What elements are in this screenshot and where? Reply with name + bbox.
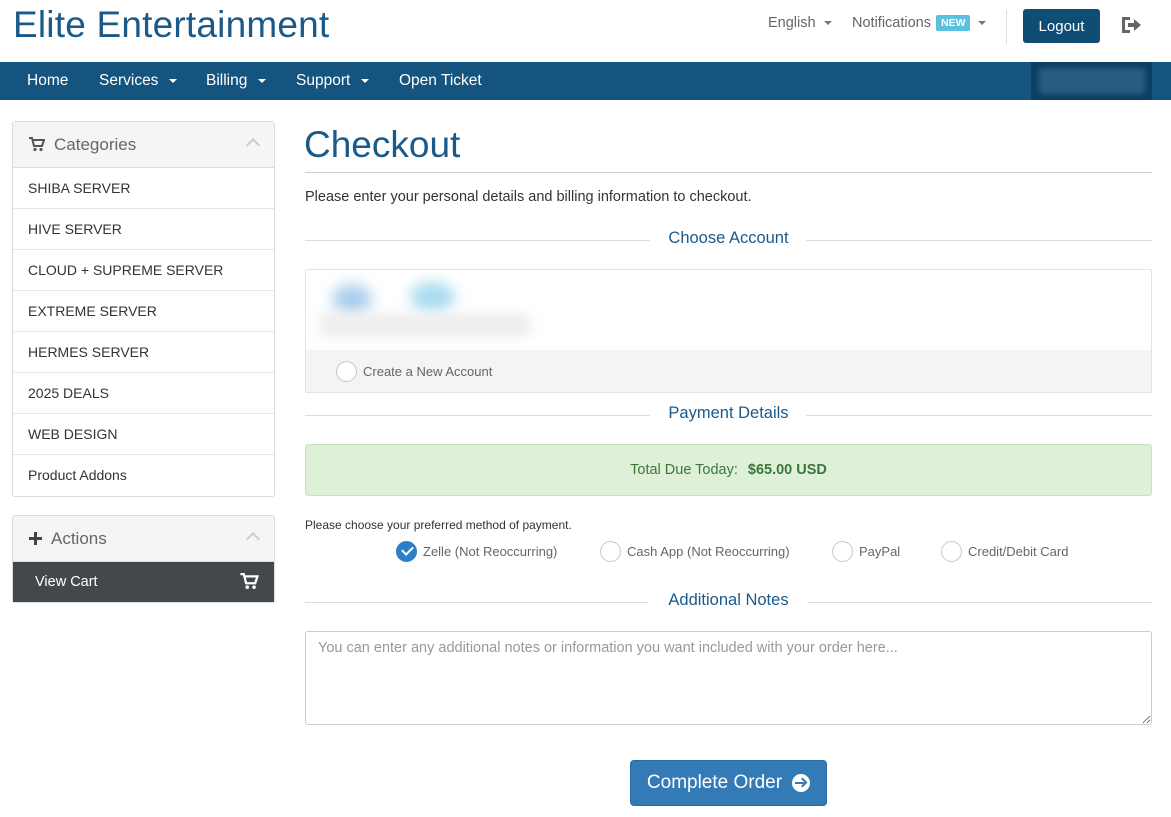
view-cart-link[interactable]: View Cart bbox=[13, 562, 274, 602]
caret-down-icon bbox=[978, 21, 987, 25]
category-item[interactable]: SHIBA SERVER bbox=[13, 168, 274, 209]
chevron-up-icon[interactable] bbox=[245, 137, 261, 153]
cashapp-radio[interactable] bbox=[600, 541, 621, 562]
page-title: Checkout bbox=[304, 124, 461, 165]
category-item[interactable]: 2025 DEALS bbox=[13, 373, 274, 414]
categories-panel-header[interactable]: Categories bbox=[13, 122, 274, 168]
additional-notes-textarea[interactable] bbox=[305, 631, 1152, 725]
actions-title: Actions bbox=[51, 528, 107, 548]
main-nav: Home Services Billing Support Open Ticke… bbox=[0, 62, 1171, 100]
nav-billing-label: Billing bbox=[206, 72, 248, 89]
nav-support[interactable]: Support bbox=[296, 62, 370, 100]
actions-panel-header[interactable]: Actions bbox=[13, 516, 274, 562]
header-divider bbox=[1006, 10, 1007, 44]
sign-out-icon[interactable] bbox=[1120, 15, 1142, 35]
caret-down-icon bbox=[258, 79, 267, 83]
logout-button[interactable]: Logout bbox=[1023, 9, 1100, 43]
paypal-radio[interactable] bbox=[832, 541, 853, 562]
language-label: English bbox=[768, 15, 816, 31]
complete-order-button[interactable]: Complete Order bbox=[630, 760, 827, 806]
plus-icon bbox=[29, 532, 42, 545]
existing-account-blurred[interactable] bbox=[320, 276, 530, 342]
total-due-box: Total Due Today: $65.00 USD bbox=[305, 444, 1152, 496]
nav-billing[interactable]: Billing bbox=[206, 62, 267, 100]
caret-down-icon bbox=[169, 79, 178, 83]
categories-panel: Categories SHIBA SERVER HIVE SERVER CLOU… bbox=[12, 121, 275, 497]
nav-services[interactable]: Services bbox=[99, 62, 178, 100]
chevron-up-icon[interactable] bbox=[245, 531, 261, 547]
payment-option-label: PayPal bbox=[859, 544, 901, 559]
nav-open-ticket-label: Open Ticket bbox=[399, 72, 482, 89]
account-selection-box: Create a New Account bbox=[305, 269, 1152, 393]
payment-option-cashapp[interactable]: Cash App (Not Reoccurring) bbox=[600, 541, 790, 562]
site-header: Elite Entertainment English Notification… bbox=[0, 0, 1171, 62]
category-item[interactable]: Product Addons bbox=[13, 455, 274, 496]
arrow-circle-right-icon bbox=[792, 774, 811, 792]
category-item[interactable]: HIVE SERVER bbox=[13, 209, 274, 250]
total-due-label: Total Due Today: bbox=[630, 462, 738, 478]
additional-notes-heading: Additional Notes bbox=[305, 591, 1152, 615]
zelle-radio[interactable] bbox=[396, 541, 417, 562]
nav-home[interactable]: Home bbox=[27, 62, 68, 100]
payment-details-title: Payment Details bbox=[668, 404, 789, 422]
caret-down-icon bbox=[361, 79, 370, 83]
additional-notes-title: Additional Notes bbox=[668, 591, 789, 609]
view-cart-label: View Cart bbox=[35, 574, 98, 590]
payment-option-label: Zelle (Not Reoccurring) bbox=[423, 544, 558, 559]
brand-logo[interactable]: Elite Entertainment bbox=[13, 4, 329, 46]
complete-order-label: Complete Order bbox=[646, 772, 783, 793]
shopping-cart-icon bbox=[29, 137, 45, 152]
caret-down-icon bbox=[823, 21, 832, 25]
total-due-amount: $65.00 USD bbox=[747, 462, 827, 478]
choose-account-title: Choose Account bbox=[668, 229, 789, 247]
payment-details-heading: Payment Details bbox=[305, 404, 1152, 428]
payment-method-prompt: Please choose your preferred method of p… bbox=[305, 518, 572, 532]
create-account-label: Create a New Account bbox=[363, 363, 493, 379]
category-item[interactable]: CLOUD + SUPREME SERVER bbox=[13, 250, 274, 291]
new-badge: NEW bbox=[935, 15, 971, 31]
language-dropdown[interactable]: English bbox=[768, 15, 832, 31]
nav-home-label: Home bbox=[27, 72, 69, 89]
title-divider bbox=[305, 172, 1152, 173]
create-account-option[interactable]: Create a New Account bbox=[306, 350, 1151, 392]
nav-services-label: Services bbox=[99, 72, 159, 89]
shopping-cart-icon bbox=[240, 573, 259, 589]
category-item[interactable]: HERMES SERVER bbox=[13, 332, 274, 373]
category-item[interactable]: EXTREME SERVER bbox=[13, 291, 274, 332]
category-item[interactable]: WEB DESIGN bbox=[13, 414, 274, 455]
choose-account-heading: Choose Account bbox=[305, 229, 1152, 253]
categories-title: Categories bbox=[54, 134, 137, 154]
actions-panel: Actions View Cart bbox=[12, 515, 275, 603]
card-radio[interactable] bbox=[941, 541, 962, 562]
nav-support-label: Support bbox=[296, 72, 351, 89]
payment-option-label: Cash App (Not Reoccurring) bbox=[627, 544, 790, 559]
notifications-label: Notifications bbox=[852, 15, 931, 31]
checkout-intro: Please enter your personal details and b… bbox=[305, 189, 752, 205]
payment-option-card[interactable]: Credit/Debit Card bbox=[941, 541, 1068, 562]
user-account-menu-blurred[interactable] bbox=[1031, 62, 1152, 100]
payment-option-label: Credit/Debit Card bbox=[968, 544, 1069, 559]
create-account-radio[interactable] bbox=[336, 360, 357, 382]
payment-option-zelle[interactable]: Zelle (Not Reoccurring) bbox=[396, 541, 557, 562]
payment-option-paypal[interactable]: PayPal bbox=[832, 541, 900, 562]
nav-open-ticket[interactable]: Open Ticket bbox=[399, 62, 482, 100]
notifications-dropdown[interactable]: Notifications NEW bbox=[852, 15, 987, 31]
